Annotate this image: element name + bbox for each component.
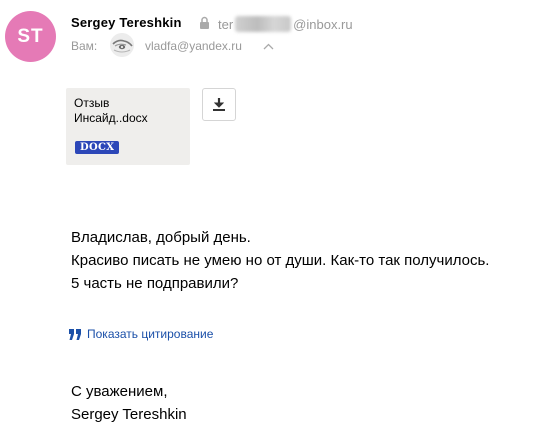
sender-email[interactable]: ter @inbox.ru — [218, 16, 353, 32]
attachment-name: Отзыв Инсайд..docx — [74, 96, 148, 125]
sender-email-suffix: @inbox.ru — [293, 16, 353, 32]
sender-name[interactable]: Sergey Tereshkin — [71, 15, 182, 30]
redacted-blur — [235, 16, 292, 32]
recipient-email[interactable]: vladfa@yandex.ru — [145, 39, 242, 53]
signature: С уважением, Sergey Tereshkin — [71, 380, 187, 426]
chevron-up-icon[interactable] — [263, 43, 274, 50]
signature-line: С уважением, — [71, 383, 168, 400]
sender-avatar-initials: ST — [17, 25, 44, 47]
quote-icon — [69, 328, 81, 340]
sender-email-prefix: ter — [218, 16, 234, 32]
file-type-badge: DOCX — [75, 141, 120, 154]
message-line: 5 часть не подправили? — [71, 275, 239, 292]
message-line: Красиво писать не умею но от души. Как-т… — [71, 252, 490, 269]
recipient-avatar-image — [110, 33, 134, 57]
show-quote-link[interactable]: Показать цитирование — [69, 327, 213, 341]
message-line: Владислав, добрый день. — [71, 229, 251, 246]
message-body: Владислав, добрый день. Красиво писать н… — [71, 226, 489, 295]
recipient-avatar[interactable] — [110, 33, 134, 57]
lock-icon — [200, 16, 209, 29]
download-button[interactable] — [202, 88, 236, 121]
show-quote-label: Показать цитирование — [87, 327, 214, 341]
signature-line: Sergey Tereshkin — [71, 406, 187, 423]
to-label: Вам: — [71, 39, 98, 53]
attachment-card[interactable]: Отзыв Инсайд..docx DOCX — [66, 88, 190, 165]
sender-avatar[interactable]: ST — [5, 11, 56, 62]
download-icon — [213, 98, 225, 111]
